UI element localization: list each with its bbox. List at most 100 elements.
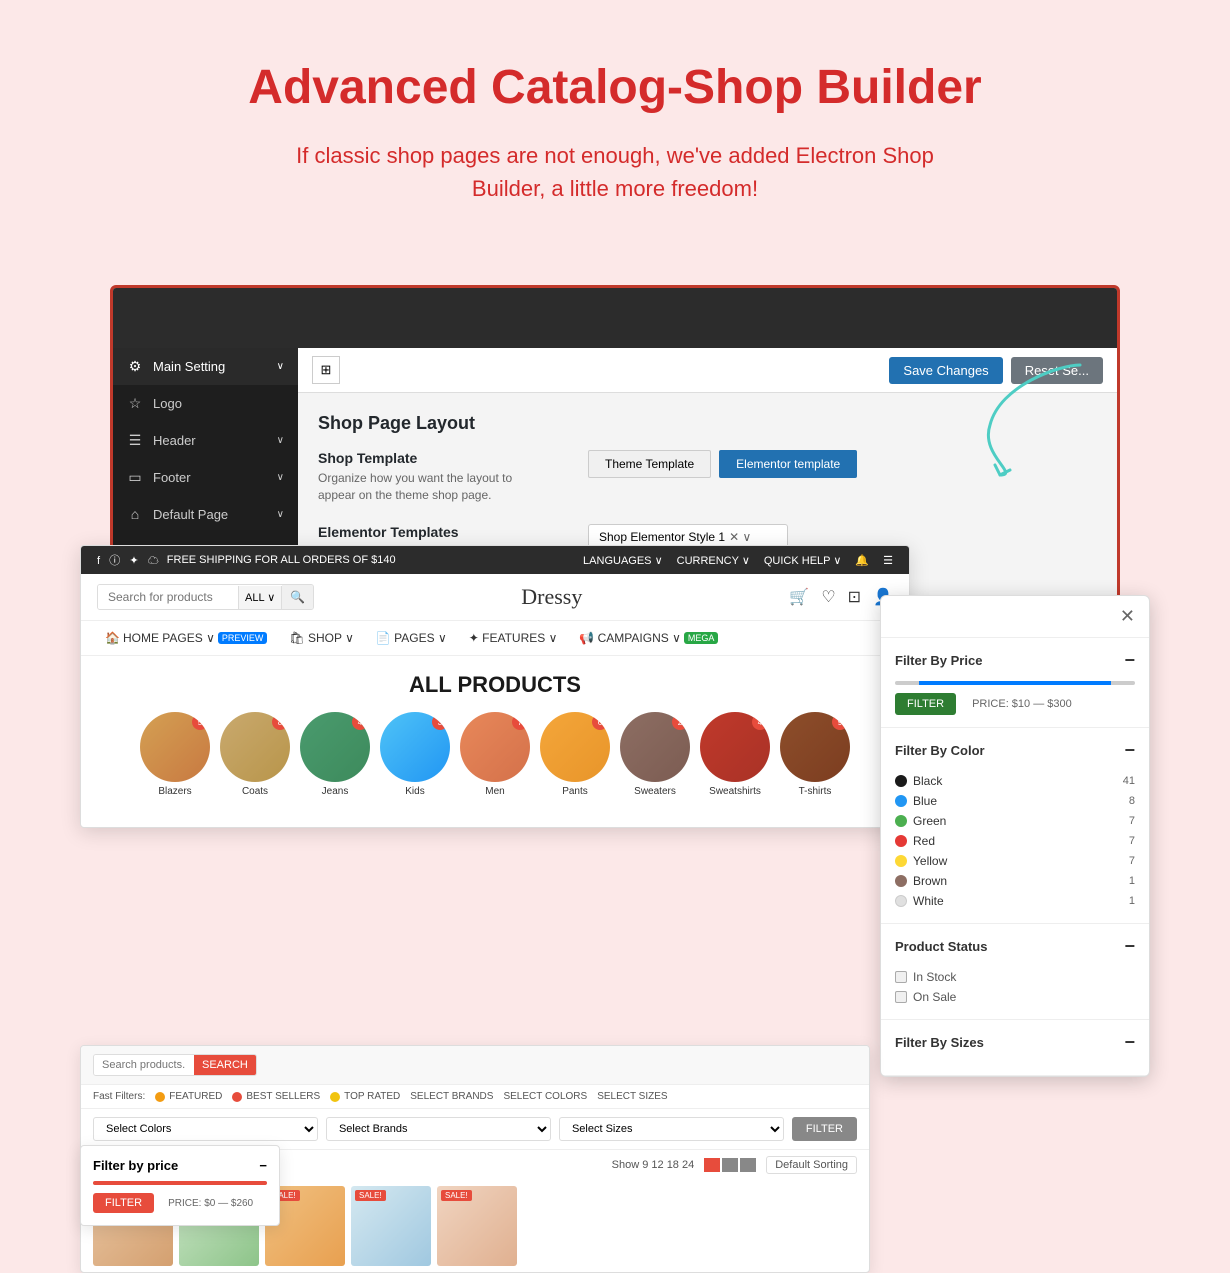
- filter-price-collapse[interactable]: −: [1124, 650, 1135, 671]
- cart-icon[interactable]: 🛒: [789, 587, 809, 607]
- status-in-stock[interactable]: In Stock: [895, 967, 1135, 987]
- quickhelp-selector[interactable]: QUICK HELP ∨: [764, 554, 842, 567]
- nav-item-home-pages[interactable]: 🏠 HOME PAGES ∨ PREVIEW: [97, 627, 275, 649]
- sidebar-item-label: Logo: [153, 396, 182, 411]
- category-circle-blazers[interactable]: 5 Blazers: [140, 712, 210, 797]
- sweaters-badge: 2: [672, 714, 688, 730]
- filter-color-title: Filter By Color: [895, 743, 985, 758]
- hamburger-icon[interactable]: ☰: [883, 554, 893, 567]
- home-icon: 🏠: [105, 631, 120, 645]
- category-circle-tshirts[interactable]: 9 T-shirts: [780, 712, 850, 797]
- product-5[interactable]: SALE!: [437, 1186, 517, 1266]
- nav-item-campaigns[interactable]: 📢 CAMPAIGNS ∨ MEGA: [571, 627, 726, 649]
- kids-label: Kids: [405, 786, 424, 797]
- shop-nav: 🏠 HOME PAGES ∨ PREVIEW 🛍 SHOP ∨ 📄 PAGES …: [81, 621, 909, 656]
- select-colors-label[interactable]: SELECT COLORS: [503, 1091, 587, 1102]
- fast-filters-bar: Fast Filters: FEATURED BEST SELLERS TOP …: [81, 1085, 869, 1109]
- sidebar-item-main-setting[interactable]: ⚙ Main Setting ∨: [113, 348, 298, 385]
- white-dot: [895, 895, 907, 907]
- left-filter-button[interactable]: FILTER: [93, 1193, 154, 1213]
- view-options: Show 9 12 18 24 Default Sorting: [612, 1156, 857, 1174]
- nav-item-pages[interactable]: 📄 PAGES ∨: [368, 627, 455, 649]
- nav-item-features[interactable]: ✦ FEATURES ∨: [461, 627, 566, 649]
- kids-image: 3: [380, 712, 450, 782]
- color-row-yellow[interactable]: Yellow 7: [895, 851, 1135, 871]
- nav-item-shop[interactable]: 🛍 SHOP ∨: [281, 627, 361, 649]
- left-price-slider[interactable]: [93, 1181, 267, 1185]
- product-status-collapse[interactable]: −: [1124, 936, 1135, 957]
- category-circle-jeans[interactable]: 4 Jeans: [300, 712, 370, 797]
- small-search-box[interactable]: SEARCH: [93, 1054, 257, 1076]
- search-input[interactable]: [98, 585, 238, 609]
- brown-label: Brown: [913, 874, 947, 888]
- color-row-green[interactable]: Green 7: [895, 811, 1135, 831]
- color-row-white[interactable]: White 1: [895, 891, 1135, 911]
- filter-overlay: ✕ Filter By Price − FILTER PRICE: $10 — …: [880, 595, 1150, 1077]
- sweatshirts-badge: 4: [752, 714, 768, 730]
- clear-icon[interactable]: ✕ ∨: [729, 530, 751, 544]
- filter-close-button[interactable]: ✕: [1120, 606, 1135, 627]
- sidebar-item-logo[interactable]: ☆ Logo: [113, 385, 298, 422]
- colors-select[interactable]: Select Colors: [93, 1117, 318, 1141]
- filter-featured[interactable]: FEATURED: [155, 1091, 222, 1102]
- sale-badge-4: SALE!: [355, 1190, 386, 1201]
- home-icon: ⌂: [127, 506, 143, 522]
- in-stock-checkbox[interactable]: [895, 971, 907, 983]
- yellow-count: 7: [1129, 855, 1135, 867]
- category-circle-sweaters[interactable]: 2 Sweaters: [620, 712, 690, 797]
- shop-template-name: Shop Template: [318, 450, 548, 466]
- sort-select[interactable]: Default Sorting: [766, 1156, 857, 1174]
- sidebar-item-default-page[interactable]: ⌂ Default Page ∨: [113, 496, 298, 532]
- currency-selector[interactable]: CURRENCY ∨: [677, 554, 750, 567]
- color-row-blue[interactable]: Blue 8: [895, 791, 1135, 811]
- blazers-label: Blazers: [158, 786, 191, 797]
- wishlist-icon[interactable]: ♡: [821, 587, 835, 607]
- filter-best-sellers[interactable]: BEST SELLERS: [232, 1091, 320, 1102]
- condensed-view-icon[interactable]: [740, 1158, 756, 1172]
- select-brands-label[interactable]: SELECT BRANDS: [410, 1091, 493, 1102]
- color-row-brown[interactable]: Brown 1: [895, 871, 1135, 891]
- brands-select[interactable]: Select Brands: [326, 1117, 551, 1141]
- on-sale-checkbox[interactable]: [895, 991, 907, 1003]
- sidebar-item-header[interactable]: ☰ Header ∨: [113, 422, 298, 459]
- small-search-button[interactable]: SEARCH: [194, 1055, 256, 1075]
- filter-collapse-icon[interactable]: −: [259, 1158, 267, 1173]
- product-status-header: Product Status −: [895, 936, 1135, 957]
- menu-icon: ☰: [127, 432, 143, 449]
- grid-view-icon[interactable]: [704, 1158, 720, 1172]
- sizes-select[interactable]: Select Sizes: [559, 1117, 784, 1141]
- tshirts-badge: 9: [832, 714, 848, 730]
- price-filter-button[interactable]: FILTER: [895, 693, 956, 715]
- search-button[interactable]: 🔍: [282, 585, 313, 609]
- language-selector[interactable]: LANGUAGES ∨: [583, 554, 663, 567]
- compare-icon[interactable]: ⊡: [848, 587, 861, 607]
- theme-template-btn[interactable]: Theme Template: [588, 450, 711, 478]
- color-row-black[interactable]: Black 41: [895, 771, 1135, 791]
- price-slider[interactable]: [895, 681, 1135, 685]
- sidebar-item-footer[interactable]: ▭ Footer ∨: [113, 459, 298, 496]
- list-view-icon[interactable]: [722, 1158, 738, 1172]
- filter-top-rated[interactable]: TOP RATED: [330, 1091, 400, 1102]
- filter-price-header: Filter By Price −: [895, 650, 1135, 671]
- small-search-input[interactable]: [94, 1055, 194, 1075]
- status-on-sale[interactable]: On Sale: [895, 987, 1135, 1007]
- category-circle-pants[interactable]: 6 Pants: [540, 712, 610, 797]
- all-select[interactable]: ALL ∨: [238, 586, 282, 609]
- category-circle-coats[interactable]: 8 Coats: [220, 712, 290, 797]
- grid-icon[interactable]: ⊞: [312, 356, 340, 384]
- category-circle-kids[interactable]: 3 Kids: [380, 712, 450, 797]
- search-box[interactable]: ALL ∨ 🔍: [97, 584, 314, 610]
- yellow-color-label: Yellow: [895, 854, 947, 868]
- category-circle-men[interactable]: 7 Men: [460, 712, 530, 797]
- apply-filter-button[interactable]: FILTER: [792, 1117, 857, 1141]
- category-circle-sweatshirts[interactable]: 4 Sweatshirts: [700, 712, 770, 797]
- filter-price-section: Filter By Price − FILTER PRICE: $10 — $3…: [881, 638, 1149, 728]
- product-4[interactable]: SALE!: [351, 1186, 431, 1266]
- filter-sizes-collapse[interactable]: −: [1124, 1032, 1135, 1053]
- filter-color-section: Filter By Color − Black 41 Blue 8: [881, 728, 1149, 924]
- on-sale-label: On Sale: [913, 990, 956, 1004]
- color-row-red[interactable]: Red 7: [895, 831, 1135, 851]
- elementor-template-btn[interactable]: Elementor template: [719, 450, 857, 478]
- filter-color-collapse[interactable]: −: [1124, 740, 1135, 761]
- select-sizes-label[interactable]: SELECT SIZES: [597, 1091, 667, 1102]
